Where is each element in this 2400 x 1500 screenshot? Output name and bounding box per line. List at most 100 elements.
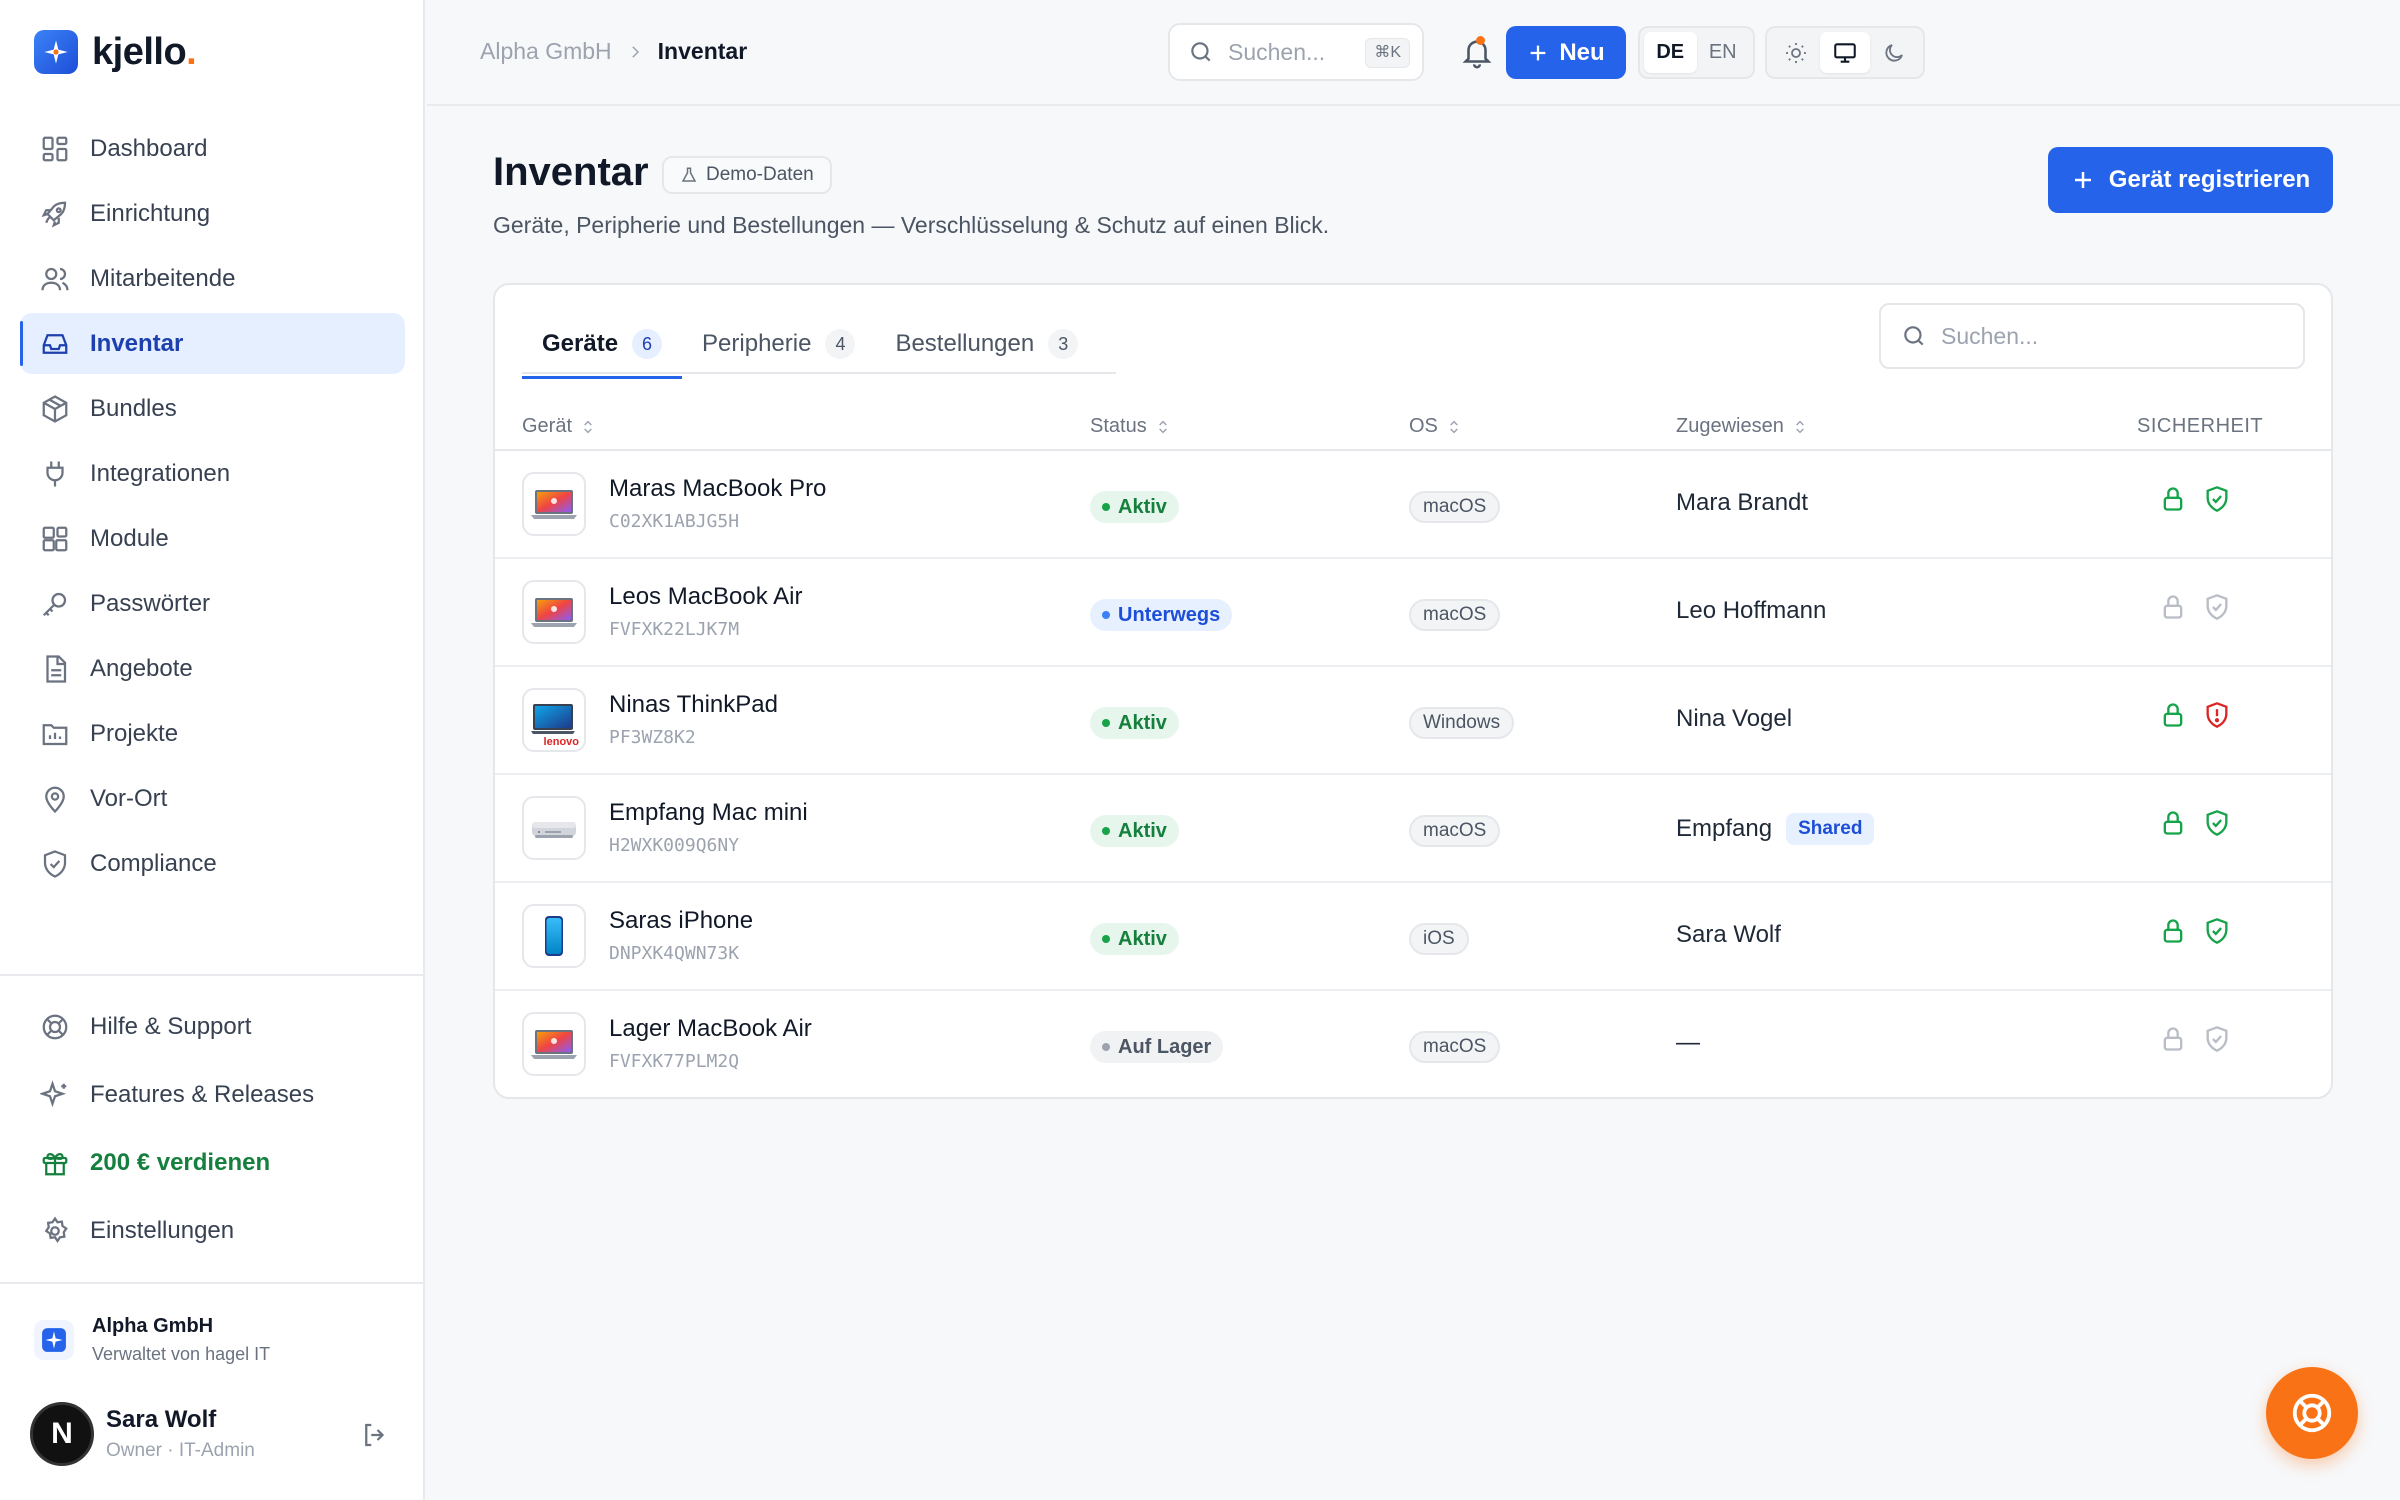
brand-label: lenovo — [540, 736, 582, 748]
column-header-status[interactable]: Status — [1090, 415, 1171, 438]
shield-alert-icon — [2206, 702, 2228, 728]
device-serial: FVFXK77PLM2Q — [609, 1051, 740, 1072]
logo-star-icon — [34, 30, 78, 74]
plug-icon — [46, 461, 64, 486]
sidebar-item-bundles[interactable]: Bundles — [20, 378, 405, 439]
tab-bestellungen[interactable]: Bestellungen 3 — [875, 317, 1098, 371]
device-name[interactable]: Empfang Mac mini — [609, 799, 808, 827]
laptop-icon — [522, 472, 586, 536]
lang-en[interactable]: EN — [1697, 32, 1750, 73]
tabs-divider — [522, 372, 1116, 374]
lang-de[interactable]: DE — [1644, 32, 1697, 73]
org-switcher[interactable]: Alpha GmbH Verwaltet von hagel IT — [34, 1315, 270, 1365]
device-name[interactable]: Lager MacBook Air — [609, 1015, 812, 1043]
status-label: Aktiv — [1118, 819, 1167, 842]
table-row[interactable]: Leos MacBook Air FVFXK22LJK7M Unterwegs … — [495, 559, 2331, 667]
lock-icon — [2163, 919, 2183, 943]
column-header-security: SICHERHEIT — [2137, 415, 2263, 438]
shield-check-icon — [2206, 1026, 2228, 1052]
column-header-device[interactable]: Gerät — [522, 415, 596, 438]
page-title: Inventar — [493, 150, 649, 194]
sidebar-item-passwoerter[interactable]: Passwörter — [20, 573, 405, 634]
sparkles-icon — [40, 1080, 67, 1108]
sidebar-item-einrichtung[interactable]: Einrichtung — [20, 183, 405, 244]
sidebar-item-label: Einstellungen — [90, 1217, 235, 1244]
lock-icon — [2163, 703, 2183, 727]
sidebar-item-label: 200 € verdienen — [90, 1149, 271, 1176]
logo[interactable]: kjello. — [34, 30, 197, 74]
sidebar-item-label: Features & Releases — [90, 1081, 315, 1108]
shared-badge: Shared — [1786, 813, 1875, 845]
sort-icon — [1795, 420, 1804, 433]
device-name[interactable]: Leos MacBook Air — [609, 583, 802, 611]
lifebuoy-icon — [2292, 1393, 2332, 1433]
document-icon — [46, 654, 67, 683]
new-button-label: Neu — [1559, 38, 1605, 66]
sidebar-item-label: Integrationen — [90, 459, 231, 487]
blocks-icon — [42, 526, 68, 551]
smartphone-icon — [522, 904, 586, 968]
assigned-name: Mara Brandt — [1676, 489, 1809, 516]
tab-geraete[interactable]: Geräte 6 — [522, 317, 683, 379]
breadcrumb-parent[interactable]: Alpha GmbH — [480, 38, 612, 65]
device-serial: DNPXK4QWN73K — [609, 943, 740, 964]
sidebar-item-label: Module — [90, 524, 169, 552]
sidebar-item-help[interactable]: Hilfe & Support — [20, 995, 405, 1059]
lock-icon — [2163, 1027, 2183, 1051]
sidebar-item-inventar[interactable]: Inventar — [20, 313, 405, 374]
sidebar-item-label: Einrichtung — [90, 199, 211, 227]
sidebar-item-referral[interactable]: 200 € verdienen — [20, 1131, 405, 1195]
register-device-button[interactable]: Gerät registrieren — [2048, 147, 2333, 213]
sidebar-item-angebote[interactable]: Angebote — [20, 638, 405, 699]
column-header-os[interactable]: OS — [1409, 415, 1462, 438]
main-nav: Dashboard Einrichtung Mitarbeitende Inve… — [20, 118, 405, 898]
shield-check-icon — [2206, 594, 2228, 620]
sidebar-item-label: Compliance — [90, 849, 217, 877]
new-button[interactable]: Neu — [1506, 26, 1626, 79]
device-name[interactable]: Saras iPhone — [609, 907, 753, 935]
device-name[interactable]: Maras MacBook Pro — [609, 475, 826, 503]
user-profile[interactable]: N Sara Wolf Owner · IT-Admin — [30, 1402, 390, 1466]
sidebar-item-module[interactable]: Module — [20, 508, 405, 569]
sidebar-item-vor-ort[interactable]: Vor-Ort — [20, 768, 405, 829]
global-search[interactable]: Suchen... ⌘K — [1168, 23, 1424, 81]
sun-icon — [1785, 42, 1806, 63]
folder-chart-icon — [42, 723, 68, 745]
sidebar-item-mitarbeitende[interactable]: Mitarbeitende — [20, 248, 405, 309]
device-name[interactable]: Ninas ThinkPad — [609, 691, 778, 719]
table-row[interactable]: Empfang Mac mini H2WXK009Q6NY Aktiv macO… — [495, 775, 2331, 883]
inbox-icon — [42, 333, 68, 354]
table-row[interactable]: Maras MacBook Pro C02XK1ABJG5H Aktiv mac… — [495, 451, 2331, 559]
status-badge: Unterwegs — [1090, 599, 1233, 631]
table-row[interactable]: Lager MacBook Air FVFXK77PLM2Q Auf Lager… — [495, 991, 2331, 1097]
security-indicators — [2159, 1025, 2231, 1053]
tab-peripherie[interactable]: Peripherie 4 — [682, 317, 875, 371]
theme-dark[interactable] — [1870, 32, 1919, 73]
sidebar-item-dashboard[interactable]: Dashboard — [20, 118, 405, 179]
status-badge: Aktiv — [1090, 815, 1179, 847]
search-shortcut: ⌘K — [1365, 38, 1410, 68]
status-dot — [1102, 827, 1110, 835]
plus-icon — [1530, 45, 1546, 60]
theme-light[interactable] — [1771, 32, 1820, 73]
column-header-assigned[interactable]: Zugewiesen — [1676, 415, 1808, 438]
help-fab-button[interactable] — [2266, 1367, 2358, 1459]
moon-icon — [1885, 43, 1904, 62]
logout-icon[interactable] — [360, 1420, 390, 1450]
theme-system[interactable] — [1820, 32, 1870, 73]
device-serial: FVFXK22LJK7M — [609, 619, 740, 640]
sidebar-item-projekte[interactable]: Projekte — [20, 703, 405, 764]
sidebar-item-integrationen[interactable]: Integrationen — [20, 443, 405, 504]
flask-icon — [681, 167, 697, 182]
sidebar: kjello. Dashboard Einrichtung Mitarbeite… — [0, 0, 425, 1500]
table-row[interactable]: lenovo Ninas ThinkPad PF3WZ8K2 Aktiv Win… — [495, 667, 2331, 775]
sidebar-item-features[interactable]: Features & Releases — [20, 1063, 405, 1127]
sidebar-divider — [0, 974, 425, 976]
status-label: Auf Lager — [1118, 1035, 1212, 1058]
org-logo-icon — [34, 1320, 74, 1360]
sidebar-item-compliance[interactable]: Compliance — [20, 833, 405, 894]
table-row[interactable]: Saras iPhone DNPXK4QWN73K Aktiv iOS Sara… — [495, 883, 2331, 991]
sidebar-item-einstellungen[interactable]: Einstellungen — [20, 1199, 405, 1263]
table-search-input[interactable]: Suchen... — [1879, 303, 2305, 369]
global-search-placeholder: Suchen... — [1228, 38, 1326, 65]
